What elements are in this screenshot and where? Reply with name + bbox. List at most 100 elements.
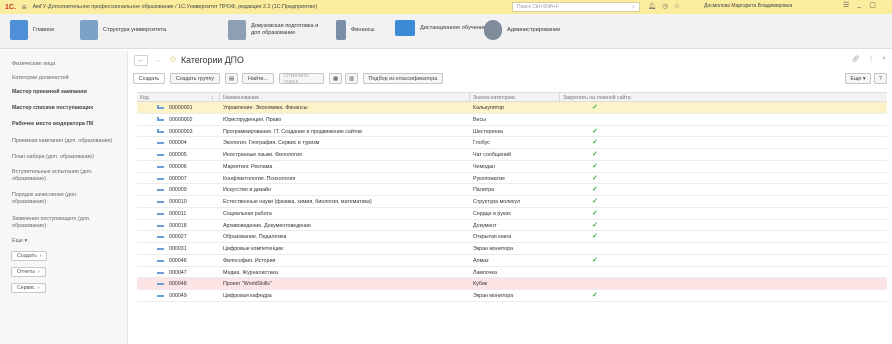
section-preuniversity[interactable]: Довузовская подготовка и доп образование	[228, 20, 318, 40]
table-row[interactable]: 00000002 Юриспруденция. Право Весы	[137, 114, 887, 126]
cell-category-icon: Глобус	[473, 140, 490, 147]
nav-entrance-tests[interactable]: Вступительные испытания (доп. образование…	[12, 169, 126, 183]
checkmark-icon[interactable]: ✓	[592, 103, 598, 111]
table-row[interactable]: 00000003 Программирование. IT. Создание и…	[137, 126, 887, 138]
cell-category-icon: Лампочка	[473, 269, 497, 276]
nav-individuals[interactable]: Физические лица	[12, 61, 126, 68]
checkmark-icon[interactable]: ✓	[592, 162, 598, 170]
create-button[interactable]: Создать	[133, 73, 165, 84]
table-row[interactable]: 000018 Архивоведение. Документоведение Док…	[137, 220, 887, 232]
nav-label-line2: образование)	[12, 223, 47, 229]
section-administration[interactable]: Администрирование	[484, 20, 560, 40]
favorites-star-icon[interactable]: ☆	[674, 2, 680, 10]
help-button[interactable]: ?	[874, 73, 887, 84]
minimize-icon[interactable]: _	[857, 1, 861, 9]
column-header-category-icon[interactable]: Значок категории	[473, 95, 515, 101]
table-row[interactable]: 000010 Естественные науки (физика, химия,…	[137, 196, 887, 208]
checkmark-icon[interactable]: ✓	[592, 256, 598, 264]
column-header-name[interactable]: Наименование	[223, 95, 259, 101]
section-label: Довузовская подготовка и доп образование	[251, 23, 318, 37]
cell-code: 000049	[169, 293, 187, 299]
more-vertical-icon[interactable]: ⋮	[868, 55, 874, 63]
section-label: Главное	[33, 26, 55, 33]
table-header: Код ↓ Наименование Значок категории Закр…	[137, 92, 887, 103]
cancel-search-button[interactable]: Отменить поиск	[279, 73, 324, 85]
global-search-input[interactable]: Поиск Ctrl+Shift+F ⌕	[512, 2, 640, 12]
create-group-button[interactable]: Создать группу	[170, 73, 220, 84]
table-row[interactable]: 000027 Образование. Педагогика Открытая кн…	[137, 231, 887, 243]
table-row[interactable]: 000005 Иностранные языки. Филология Чат со…	[137, 149, 887, 161]
table-row[interactable]: 000049 Цифровая кафедра Экран монитора ✓	[137, 290, 887, 302]
nav-moderator-workplace[interactable]: Рабочее место модератора ПК	[12, 121, 126, 128]
settings-menu-icon[interactable]: ☰	[843, 1, 849, 9]
table-row[interactable]: 000004 Экология. География. Сервис и тури…	[137, 137, 887, 149]
table-row[interactable]: 00000001 Управление. Экономика. Финансы Ка…	[137, 102, 887, 114]
cell-code: 00000002	[169, 116, 193, 123]
section-main[interactable]: Главное	[10, 20, 54, 40]
checkmark-icon[interactable]: ✓	[592, 150, 598, 158]
title-bar: 1С. ≡ АмГУ-Дополнительное профессиональн…	[0, 0, 892, 14]
checkmark-icon[interactable]: ✓	[592, 127, 598, 135]
table-row[interactable]: 000046 Философия. История Алмаз ✓	[137, 255, 887, 267]
pick-from-classifier-button[interactable]: Подбор из классификатора	[363, 73, 443, 84]
cell-name: Проект "WorldSkills"	[223, 281, 272, 288]
table-row[interactable]: 000011 Социальная работа Сердце в руках ✓	[137, 208, 887, 220]
service-menu-button[interactable]: Сервис ›	[11, 283, 46, 293]
column-header-pin-to-site[interactable]: Закрепить на главной сайта	[563, 95, 631, 101]
table-row[interactable]: 000048 Проект "WorldSkills" Кубик	[137, 278, 887, 290]
reports-menu-button[interactable]: Отчеты ›	[11, 267, 46, 277]
back-button[interactable]: ←	[134, 55, 148, 66]
nav-position-categories[interactable]: Категории должностей	[12, 75, 126, 82]
group-item-icon	[157, 128, 164, 134]
column-header-code[interactable]: Код	[140, 95, 149, 101]
nav-enrollment-procedure[interactable]: Порядок зачисления (доп. образование)	[12, 192, 126, 206]
link-icon[interactable]: 🔗︎	[852, 55, 860, 63]
forward-button[interactable]: →	[150, 55, 164, 66]
table-row[interactable]: 000031 Цифровые компетенции Экран монитора	[137, 243, 887, 255]
favorite-star-icon[interactable]: ☆	[169, 54, 177, 65]
checkmark-icon[interactable]: ✓	[592, 232, 598, 240]
checkmark-icon[interactable]: ✓	[592, 197, 598, 205]
checkmark-icon[interactable]: ✓	[592, 138, 598, 146]
hamburger-icon[interactable]: ≡	[22, 3, 27, 12]
item-icon	[157, 165, 164, 168]
sort-descending-icon: ↓	[211, 95, 214, 101]
nav-applicant-applications[interactable]: Заявления поступающего (доп. образование)	[12, 216, 126, 230]
checkmark-icon[interactable]: ✓	[592, 291, 598, 299]
copy-button[interactable]: ▤	[225, 73, 238, 84]
nav-admission-campaign[interactable]: Приемная кампания (доп. образование)	[12, 138, 126, 145]
nav-admission-wizard[interactable]: Мастер приемной кампании	[12, 89, 126, 96]
checkmark-icon[interactable]: ✓	[592, 174, 598, 182]
close-window-icon[interactable]: ▢	[869, 1, 876, 9]
command-bar: Создать Создать группу ▤ Найти... Отмени…	[129, 71, 892, 85]
more-label: Еще	[850, 75, 862, 82]
cell-name: Философия. История	[223, 257, 276, 264]
hierarchy-button[interactable]: ▥	[345, 73, 358, 84]
section-finance[interactable]: Финансы	[336, 20, 374, 40]
list-view-button[interactable]: ▦	[329, 73, 342, 84]
table-row[interactable]: 000009 Искусство и дизайн Палитра ✓	[137, 184, 887, 196]
checkmark-icon[interactable]: ✓	[592, 209, 598, 217]
nav-more[interactable]: Еще ▾	[12, 238, 126, 245]
nav-enrollment-plan[interactable]: План набора (доп. образование)	[12, 154, 126, 161]
item-icon	[157, 212, 164, 215]
table-row[interactable]: 000047 Медиа. Журналистика Лампочка	[137, 267, 887, 279]
checkmark-icon[interactable]: ✓	[592, 185, 598, 193]
table-row[interactable]: 000007 Конфликтология. Психология Рукопожа…	[137, 173, 887, 185]
current-user[interactable]: Досмолова Маргарита Владимировна	[704, 3, 792, 9]
close-icon[interactable]: ×	[882, 55, 886, 63]
more-actions-button[interactable]: Еще ▾	[845, 73, 871, 84]
checkmark-icon[interactable]: ✓	[592, 221, 598, 229]
nav-applicant-lists-wizard[interactable]: Мастер списков поступающих	[12, 105, 126, 112]
cell-category-icon: Чемодан	[473, 163, 495, 170]
item-icon	[157, 295, 164, 297]
table-row[interactable]: 000006 Маркетинг. Реклама Чемодан ✓	[137, 161, 887, 173]
bell-icon[interactable]: 🔔︎	[648, 2, 656, 10]
cell-category-icon: Сердце в руках	[473, 210, 511, 217]
cell-category-icon: Документ	[473, 222, 497, 229]
section-distance-learning[interactable]: Дистанционное обучение	[395, 20, 486, 36]
section-university-structure[interactable]: Структура университета	[80, 20, 166, 40]
create-menu-button[interactable]: Создать ›	[11, 251, 48, 261]
history-icon[interactable]: ◷	[662, 2, 668, 10]
find-button[interactable]: Найти...	[242, 73, 274, 84]
